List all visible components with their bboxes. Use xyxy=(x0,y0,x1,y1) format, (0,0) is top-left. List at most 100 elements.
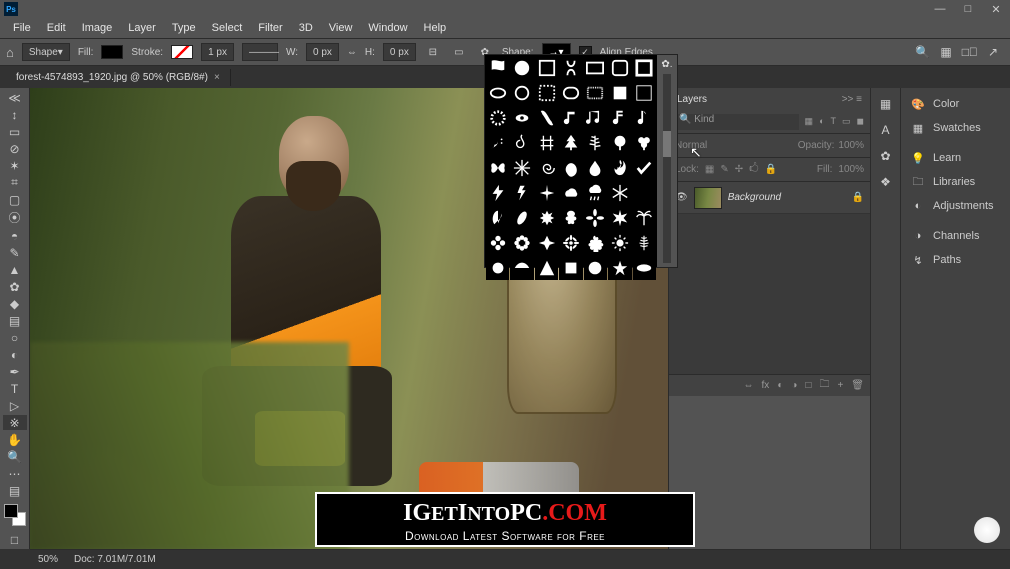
shape-postage[interactable] xyxy=(535,81,558,105)
shape-cloud[interactable] xyxy=(559,181,582,205)
align-shapes-icon[interactable]: ⊟ xyxy=(424,43,442,61)
tool-mode-select[interactable]: Shape ▾ xyxy=(22,43,70,61)
status-zoom[interactable]: 50% xyxy=(38,554,58,565)
swatches-panel-button[interactable]: ▦ Swatches xyxy=(901,116,1010,140)
properties-panel-icon[interactable]: ▦ xyxy=(876,94,896,114)
shape-fern[interactable] xyxy=(584,131,607,155)
shape-brush[interactable] xyxy=(535,106,558,130)
share-icon[interactable]: ↗ xyxy=(988,45,998,59)
quick-select-tool-icon[interactable]: ✶ xyxy=(3,158,27,173)
shape-checkmark[interactable] xyxy=(633,156,656,180)
layer-name[interactable]: Background xyxy=(728,192,846,203)
fill-opacity-value[interactable]: 100% xyxy=(838,164,864,175)
shapes-gear-icon[interactable]: ✿. xyxy=(661,59,672,70)
adjustment-layer-icon[interactable]: ◑ xyxy=(791,380,797,391)
layers-dock-icon[interactable]: ❖ xyxy=(876,172,896,192)
link-layers-icon[interactable]: ⇔ xyxy=(744,380,754,391)
shape-rounded[interactable] xyxy=(559,81,582,105)
shapes-scrollbar[interactable] xyxy=(663,74,671,263)
lock-all-icon[interactable]: 🔒 xyxy=(765,164,777,175)
channels-panel-button[interactable]: ◑ Channels xyxy=(901,224,1010,248)
group-icon[interactable]: □ xyxy=(805,380,811,391)
shape-leaf1[interactable] xyxy=(486,206,509,230)
folder-icon[interactable]: 🗀 xyxy=(819,377,829,394)
stroke-swatch[interactable] xyxy=(171,45,193,59)
shape-eye[interactable] xyxy=(510,106,533,130)
foreground-color-swatch[interactable] xyxy=(4,504,18,518)
shape-lightning[interactable] xyxy=(486,181,509,205)
delete-layer-icon[interactable]: 🗑 xyxy=(851,380,864,391)
stroke-style-select[interactable]: ——— xyxy=(242,43,278,61)
brush-tool-icon[interactable]: ✎ xyxy=(3,245,27,260)
custom-shape-tool-icon[interactable]: ※ xyxy=(3,415,27,430)
shape-bass-clef[interactable] xyxy=(486,131,509,155)
shape-music-sixteenth[interactable] xyxy=(608,106,631,130)
shape-drop[interactable] xyxy=(584,156,607,180)
eyedropper-tool-icon[interactable]: ⦿ xyxy=(3,209,27,226)
menu-3d[interactable]: 3D xyxy=(292,20,320,36)
adjustments-panel-button[interactable]: ◐ Adjustments xyxy=(901,194,1010,218)
hand-tool-icon[interactable]: ✋ xyxy=(3,432,27,447)
menu-filter[interactable]: Filter xyxy=(251,20,289,36)
shape-clover[interactable] xyxy=(633,131,656,155)
layer-lock-icon[interactable]: 🔒 xyxy=(852,192,864,203)
link-wh-icon[interactable]: ⇔ xyxy=(347,47,357,58)
shape-partial3[interactable] xyxy=(535,256,558,280)
marquee-tool-icon[interactable]: ▭ xyxy=(3,124,27,139)
filter-smart-icon[interactable]: ◼ xyxy=(857,116,864,127)
blur-tool-icon[interactable]: ○ xyxy=(3,330,27,345)
shape-stamp[interactable] xyxy=(584,81,607,105)
shape-daisy[interactable] xyxy=(559,231,582,255)
shape-rain[interactable] xyxy=(584,181,607,205)
shape-butterfly[interactable] xyxy=(486,156,509,180)
workspace-switcher-icon[interactable]: ▦ xyxy=(940,45,951,59)
shape-sharp[interactable] xyxy=(535,131,558,155)
window-close-button[interactable]: ✕ xyxy=(986,3,1006,16)
foreground-background-colors[interactable] xyxy=(4,504,26,526)
shape-sparkle[interactable] xyxy=(535,181,558,205)
shape-partial7[interactable] xyxy=(633,256,656,280)
menu-window[interactable]: Window xyxy=(361,20,414,36)
learn-panel-button[interactable]: 💡 Learn xyxy=(901,146,1010,170)
shape-partial4[interactable] xyxy=(559,256,582,280)
shape-leaf-fern[interactable] xyxy=(633,231,656,255)
dodge-tool-icon[interactable]: ◐ xyxy=(3,347,27,362)
shape-maple[interactable] xyxy=(535,206,558,230)
shape-partial6[interactable] xyxy=(608,256,631,280)
shape-square-outline[interactable] xyxy=(535,56,558,80)
shape-oak[interactable] xyxy=(559,206,582,230)
shape-leaf2[interactable] xyxy=(510,206,533,230)
libraries-panel-button[interactable]: 🗀 Libraries xyxy=(901,170,1010,194)
shape-spiral[interactable] xyxy=(535,156,558,180)
document-tab[interactable]: forest-4574893_1920.jpg @ 50% (RGB/8#) × xyxy=(6,69,231,86)
document-tab-close-icon[interactable]: × xyxy=(214,72,220,83)
filter-adj-icon[interactable]: ◐ xyxy=(819,116,824,127)
shape-square-thick[interactable] xyxy=(633,56,656,80)
menu-type[interactable]: Type xyxy=(165,20,203,36)
layer-thumbnail[interactable] xyxy=(694,187,722,209)
menu-edit[interactable]: Edit xyxy=(40,20,73,36)
search-icon[interactable]: 🔍 xyxy=(915,45,930,59)
shape-flower5[interactable] xyxy=(584,231,607,255)
color-panel-button[interactable]: 🎨 Color xyxy=(901,92,1010,116)
layer-row[interactable]: 👁 Background 🔒 xyxy=(669,182,870,214)
shape-frame[interactable] xyxy=(584,56,607,80)
shape-flower1[interactable] xyxy=(486,231,509,255)
status-doc-size[interactable]: Doc: 7.01M/7.01M xyxy=(74,554,156,565)
shape-sun[interactable] xyxy=(608,231,631,255)
shape-music-eighth[interactable] xyxy=(559,106,582,130)
menu-layer[interactable]: Layer xyxy=(121,20,163,36)
shape-circle2[interactable] xyxy=(510,81,533,105)
shapes-scrollbar-thumb[interactable] xyxy=(663,131,671,157)
frame-tool-icon[interactable]: ▢ xyxy=(3,192,27,207)
home-icon[interactable]: ⌂ xyxy=(6,45,14,60)
height-field[interactable]: 0 px xyxy=(383,43,416,61)
eraser-tool-icon[interactable]: ◆ xyxy=(3,296,27,311)
paths-panel-button[interactable]: ↯ Paths xyxy=(901,248,1010,272)
window-maximize-button[interactable]: □ xyxy=(958,3,978,16)
lasso-tool-icon[interactable]: ⊘ xyxy=(3,141,27,156)
shape-ribbon[interactable] xyxy=(559,56,582,80)
lock-transparency-icon[interactable]: ▦ xyxy=(705,164,714,175)
shape-partial5[interactable] xyxy=(584,256,607,280)
path-selection-tool-icon[interactable]: ▷ xyxy=(3,398,27,413)
